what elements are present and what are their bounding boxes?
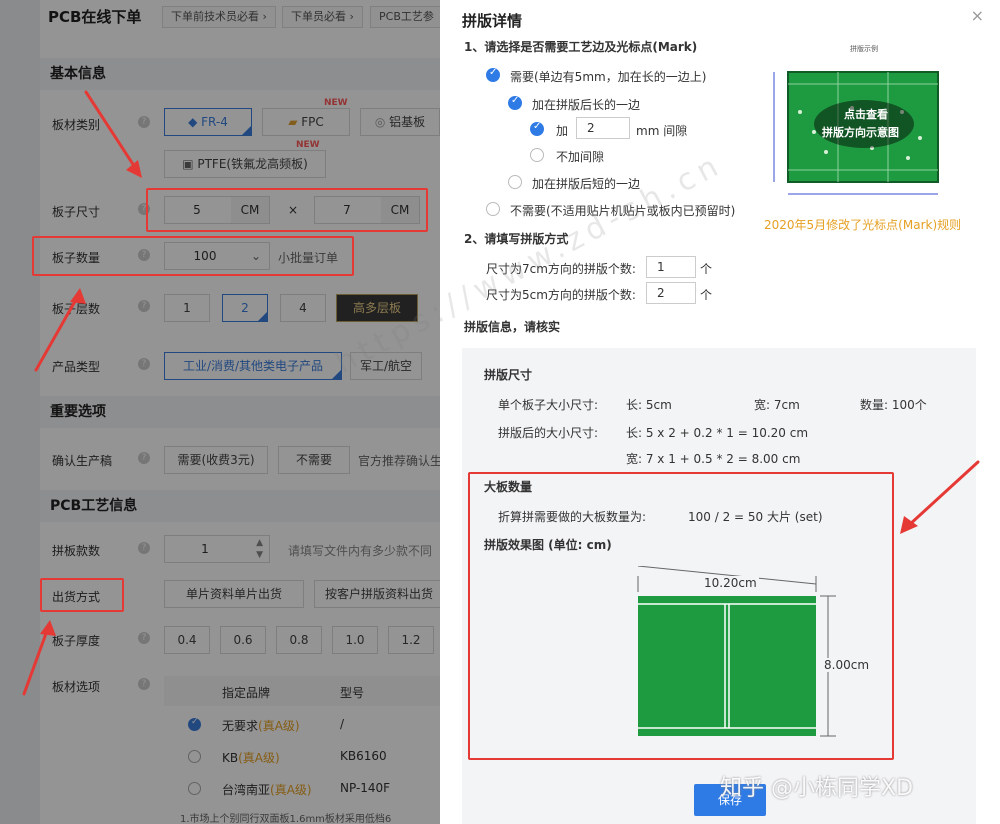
single-qty: 数量: 100个	[860, 398, 927, 412]
gap-unit: mm 间隙	[636, 124, 688, 138]
single-size-label: 单个板子大小尺寸:	[498, 398, 599, 412]
size-title: 拼版尺寸	[484, 368, 533, 382]
close-icon[interactable]: ×	[971, 6, 984, 25]
panel-example-thumbnail[interactable]: 拼版示例 点击查看 拼版方向示意图	[760, 42, 970, 202]
after-length: 长: 5 x 2 + 0.2 * 1 = 10.20 cm	[626, 426, 809, 440]
radio-add-gap[interactable]	[530, 121, 544, 136]
order-form-background: PCB在线下单 下单前技术员必看 › 下单员必看 › PCB工艺参 基本信息 板…	[0, 0, 440, 824]
single-width: 宽: 7cm	[754, 398, 800, 412]
radio-no-edge[interactable]	[486, 202, 500, 216]
gap-input[interactable]: 2	[576, 117, 630, 139]
modal-title: 拼版详情	[462, 12, 523, 30]
option-short-side: 加在拼版后短的一边	[532, 177, 641, 191]
dir-7cm-input[interactable]: 1	[646, 256, 696, 278]
arrowhead	[70, 288, 86, 304]
after-width: 宽: 7 x 1 + 0.5 * 2 = 8.00 cm	[626, 452, 801, 466]
panel-details-modal: 拼版详情 × 1、请选择是否需要工艺边及光标点(Mark) 需要(单边有5mm，…	[440, 0, 1000, 824]
thumb-overlay-line1: 点击查看	[844, 108, 888, 121]
radio-short-side[interactable]	[508, 175, 522, 189]
after-size-label: 拼版后的大小尺寸:	[498, 426, 599, 440]
check-note: 拼版信息，请核实	[464, 320, 561, 334]
unit-piece: 个	[700, 288, 713, 302]
highlight-big-board	[468, 472, 894, 760]
mark-rule-notice[interactable]: 2020年5月修改了光标点(Mark)规则	[764, 216, 961, 233]
unit-piece: 个	[700, 262, 713, 276]
single-length: 长: 5cm	[626, 398, 672, 412]
arrow-to-quantity	[34, 294, 80, 372]
radio-long-side[interactable]	[508, 95, 522, 110]
arrowhead	[126, 160, 142, 178]
zhihu-watermark: 知乎 @小栋同学XD	[720, 776, 914, 801]
dir-5cm-input[interactable]: 2	[646, 282, 696, 304]
radio-need-edge[interactable]	[486, 67, 500, 82]
option-no-gap: 不加间隙	[556, 150, 605, 164]
arrow-to-size	[84, 90, 140, 174]
option-add-gap: 加	[556, 124, 569, 138]
option-need-edge: 需要(单边有5mm，加在长的一边上)	[510, 70, 707, 84]
thumb-overlay-line2: 拼版方向示意图	[822, 126, 899, 139]
option-long-side: 加在拼版后长的一边	[532, 98, 641, 112]
annotation-arrows	[22, 90, 142, 696]
arrowhead	[40, 620, 56, 636]
annotation-arrow-right	[900, 460, 980, 534]
radio-no-gap[interactable]	[530, 148, 544, 162]
arrow-to-shipping	[22, 626, 50, 696]
question-mark-edge: 1、请选择是否需要工艺边及光标点(Mark)	[464, 40, 698, 54]
